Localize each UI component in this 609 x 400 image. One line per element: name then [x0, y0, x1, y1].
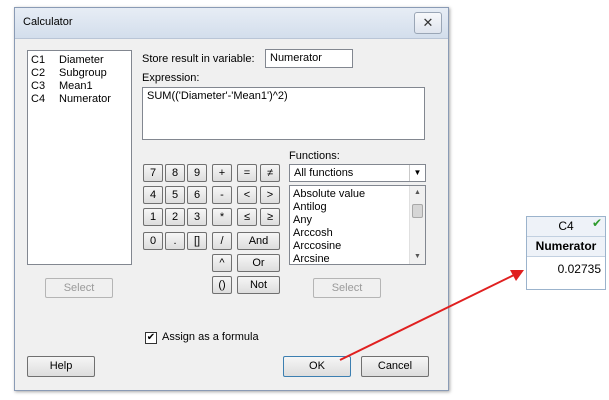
- annotation-arrow: [339, 270, 524, 361]
- arrow-line: [339, 274, 515, 361]
